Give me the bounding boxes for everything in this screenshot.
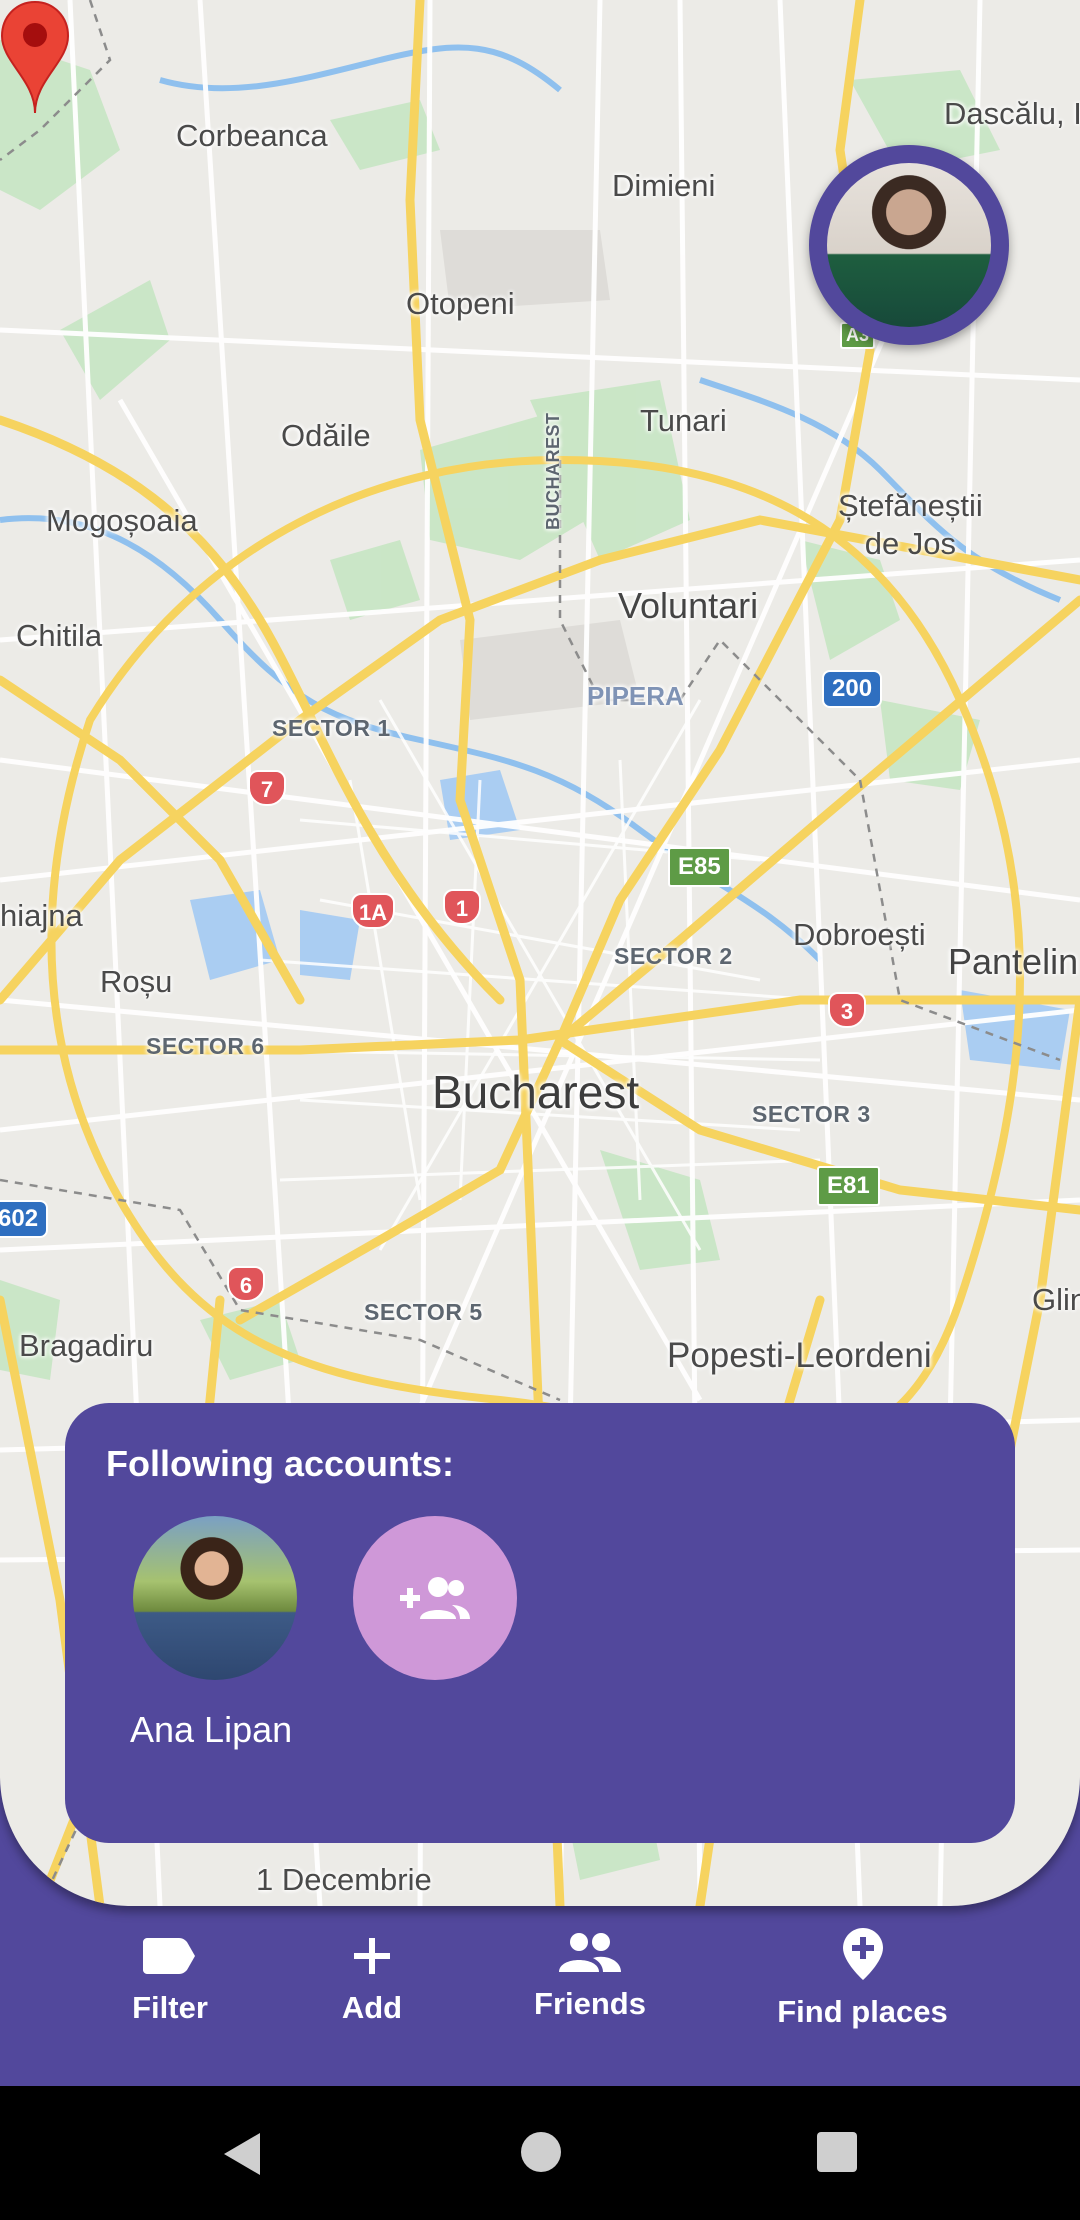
add-location-icon: [842, 1928, 883, 1980]
app-screen: Corbeanca Dascălu, I Dimieni Otopeni Tun…: [0, 0, 1080, 2086]
location-pin-icon[interactable]: [0, 0, 70, 115]
place-corbeanca: Corbeanca: [176, 118, 328, 153]
home-icon[interactable]: [520, 2131, 562, 2173]
plus-icon: [354, 1938, 390, 1974]
back-icon[interactable]: [220, 2131, 262, 2177]
place-otopeni: Otopeni: [406, 286, 515, 321]
label-tag-icon: [143, 1938, 195, 1974]
place-pantelimon: Pantelin: [948, 941, 1079, 982]
people-icon: [559, 1933, 621, 1972]
place-dimieni: Dimieni: [612, 168, 716, 203]
add-friend-button[interactable]: [353, 1516, 517, 1680]
system-navigation-bar: [0, 2086, 1080, 2220]
route-1-badge: 1: [443, 889, 481, 925]
route-602-badge: 602: [0, 1200, 49, 1238]
route-e81-badge: E81: [817, 1166, 880, 1206]
route-3-badge: 3: [828, 992, 866, 1028]
road-label-bucharest: BUCHAREST: [543, 412, 563, 530]
following-title: Following accounts:: [106, 1443, 454, 1484]
place-1-decembrie: 1 Decembrie: [256, 1862, 432, 1897]
nav-filter-label: Filter: [132, 1990, 208, 2025]
place-chiajna: hiajna: [0, 898, 83, 933]
place-popesti-leordeni: Popesti-Leordeni: [667, 1336, 932, 1375]
following-accounts-card: Following accounts: Ana Lipan: [65, 1403, 1015, 1843]
place-tunari: Tunari: [640, 403, 727, 438]
recents-icon[interactable]: [816, 2131, 858, 2173]
nav-friends[interactable]: Friends: [520, 1932, 660, 2022]
route-1a-badge: 1A: [351, 893, 395, 929]
place-stefanestii: Ștefăneștii de Jos: [838, 488, 983, 561]
bottom-navigation: Filter Add Friends Find places: [0, 1906, 1080, 2086]
place-pipera: PIPERA: [587, 681, 684, 711]
nav-friends-label: Friends: [534, 1986, 646, 2021]
route-6-badge: 6: [227, 1266, 265, 1302]
place-bucharest: Bucharest: [432, 1066, 640, 1118]
place-sector-5: SECTOR 5: [364, 1299, 483, 1325]
avatar: [827, 163, 991, 327]
route-200-badge: 200: [822, 670, 883, 708]
place-bragadiru: Bragadiru: [19, 1328, 154, 1363]
nav-find-places[interactable]: Find places: [770, 1928, 955, 2030]
place-odaile: Odăile: [281, 418, 371, 453]
friend-avatar-ana-lipan[interactable]: [133, 1516, 297, 1680]
place-dascalu: Dascălu, I: [944, 96, 1080, 131]
route-7-badge: 7: [248, 770, 286, 806]
place-sector-1: SECTOR 1: [272, 715, 391, 741]
place-mogosoaia: Mogoșoaia: [46, 503, 198, 538]
place-rosu: Roșu: [100, 964, 173, 999]
add-friend-icon: [400, 1577, 470, 1619]
place-sector-2: SECTOR 2: [614, 943, 733, 969]
my-profile-avatar-button[interactable]: [809, 145, 1009, 345]
friend-name: Ana Lipan: [130, 1709, 293, 1750]
nav-add-label: Add: [341, 1990, 403, 2025]
nav-add[interactable]: Add: [322, 1936, 422, 2026]
place-dobroesti: Dobroești: [793, 917, 926, 952]
route-e85-badge: E85: [668, 847, 731, 887]
place-glina: Glin: [1032, 1282, 1080, 1317]
place-voluntari: Voluntari: [618, 585, 759, 626]
nav-filter[interactable]: Filter: [120, 1936, 220, 2026]
nav-find-places-label: Find places: [777, 1994, 948, 2029]
place-sector-6: SECTOR 6: [146, 1033, 265, 1059]
place-chitila: Chitila: [16, 618, 103, 653]
place-sector-3: SECTOR 3: [752, 1101, 871, 1127]
